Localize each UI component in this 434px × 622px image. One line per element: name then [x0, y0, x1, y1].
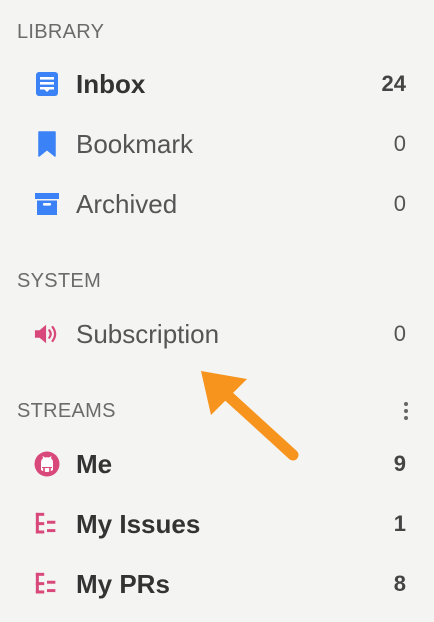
- sidebar-item-inbox[interactable]: Inbox 24: [0, 59, 434, 109]
- sidebar-item-label: My Issues: [76, 508, 201, 539]
- sidebar-item-label: Subscription: [76, 318, 220, 349]
- sidebar-item-count: 9: [393, 451, 406, 476]
- library-section-title: LIBRARY: [17, 20, 105, 43]
- sidebar-item-count: 24: [381, 71, 406, 96]
- tree-list-icon: [34, 571, 60, 597]
- github-icon: [34, 451, 60, 477]
- sidebar-item-count: 0: [393, 191, 406, 216]
- streams-section-title: STREAMS: [17, 399, 116, 422]
- more-vertical-icon[interactable]: [402, 398, 410, 424]
- sidebar-item-count: 0: [393, 131, 406, 156]
- speaker-icon: [34, 321, 60, 347]
- sidebar-item-label: Inbox: [76, 68, 146, 99]
- inbox-icon: [34, 71, 60, 97]
- tree-list-icon: [34, 511, 60, 537]
- sidebar-item-subscription[interactable]: Subscription 0: [0, 309, 434, 359]
- bookmark-icon: [34, 131, 60, 157]
- sidebar-item-my-prs[interactable]: My PRs 8: [0, 559, 434, 609]
- sidebar-item-count: 1: [393, 511, 406, 536]
- library-section-header: LIBRARY: [17, 19, 410, 45]
- sidebar-item-bookmark[interactable]: Bookmark 0: [0, 119, 434, 169]
- orange-arrow-icon: [201, 371, 299, 461]
- sidebar-item-count: 0: [393, 321, 406, 346]
- system-section-title: SYSTEM: [17, 269, 102, 292]
- system-section-header: SYSTEM: [17, 268, 410, 294]
- sidebar-item-label: My PRs: [76, 568, 170, 599]
- sidebar-item-label: Me: [76, 448, 113, 479]
- sidebar-item-archived[interactable]: Archived 0: [0, 179, 434, 229]
- sidebar-item-label: Archived: [76, 188, 178, 219]
- archive-icon: [34, 191, 60, 217]
- sidebar-item-label: Bookmark: [76, 128, 194, 159]
- sidebar-item-my-issues[interactable]: My Issues 1: [0, 499, 434, 549]
- sidebar-item-count: 8: [393, 571, 406, 596]
